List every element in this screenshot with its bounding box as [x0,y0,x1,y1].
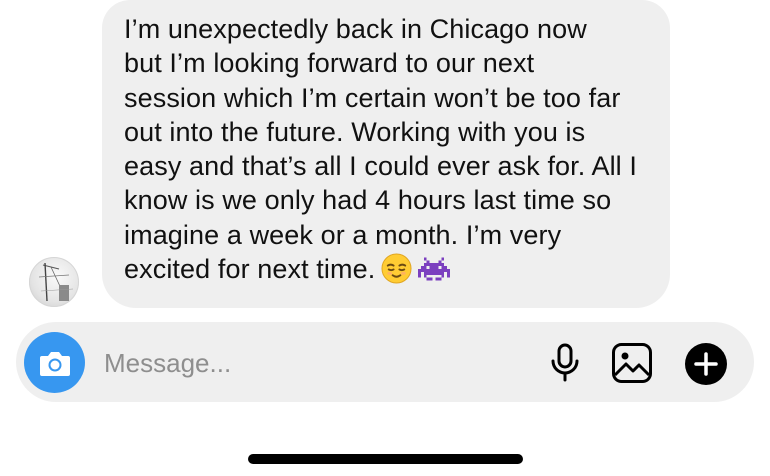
plus-icon [685,343,727,385]
more-options-button[interactable] [684,342,728,386]
gallery-button[interactable] [610,341,654,385]
gallery-icon [612,343,652,383]
camera-icon [39,351,70,376]
home-indicator[interactable] [248,454,523,464]
message-body: I’m unexpectedly back in Chicago now but… [124,14,637,285]
incoming-message-bubble[interactable]: I’m unexpectedly back in Chicago now but… [102,0,670,308]
message-text: I’m unexpectedly back in Chicago now but… [124,12,650,292]
avatar-photo-icon [38,262,74,302]
message-input[interactable] [102,342,526,384]
message-composer [16,322,754,402]
voice-message-button[interactable] [544,342,586,384]
sender-avatar[interactable] [29,257,79,307]
relieved-face-emoji-icon [381,253,412,292]
alien-monster-emoji-icon [418,254,451,292]
camera-button[interactable] [24,332,85,393]
microphone-icon [551,343,579,382]
chat-screen: I’m unexpectedly back in Chicago now but… [0,0,770,476]
